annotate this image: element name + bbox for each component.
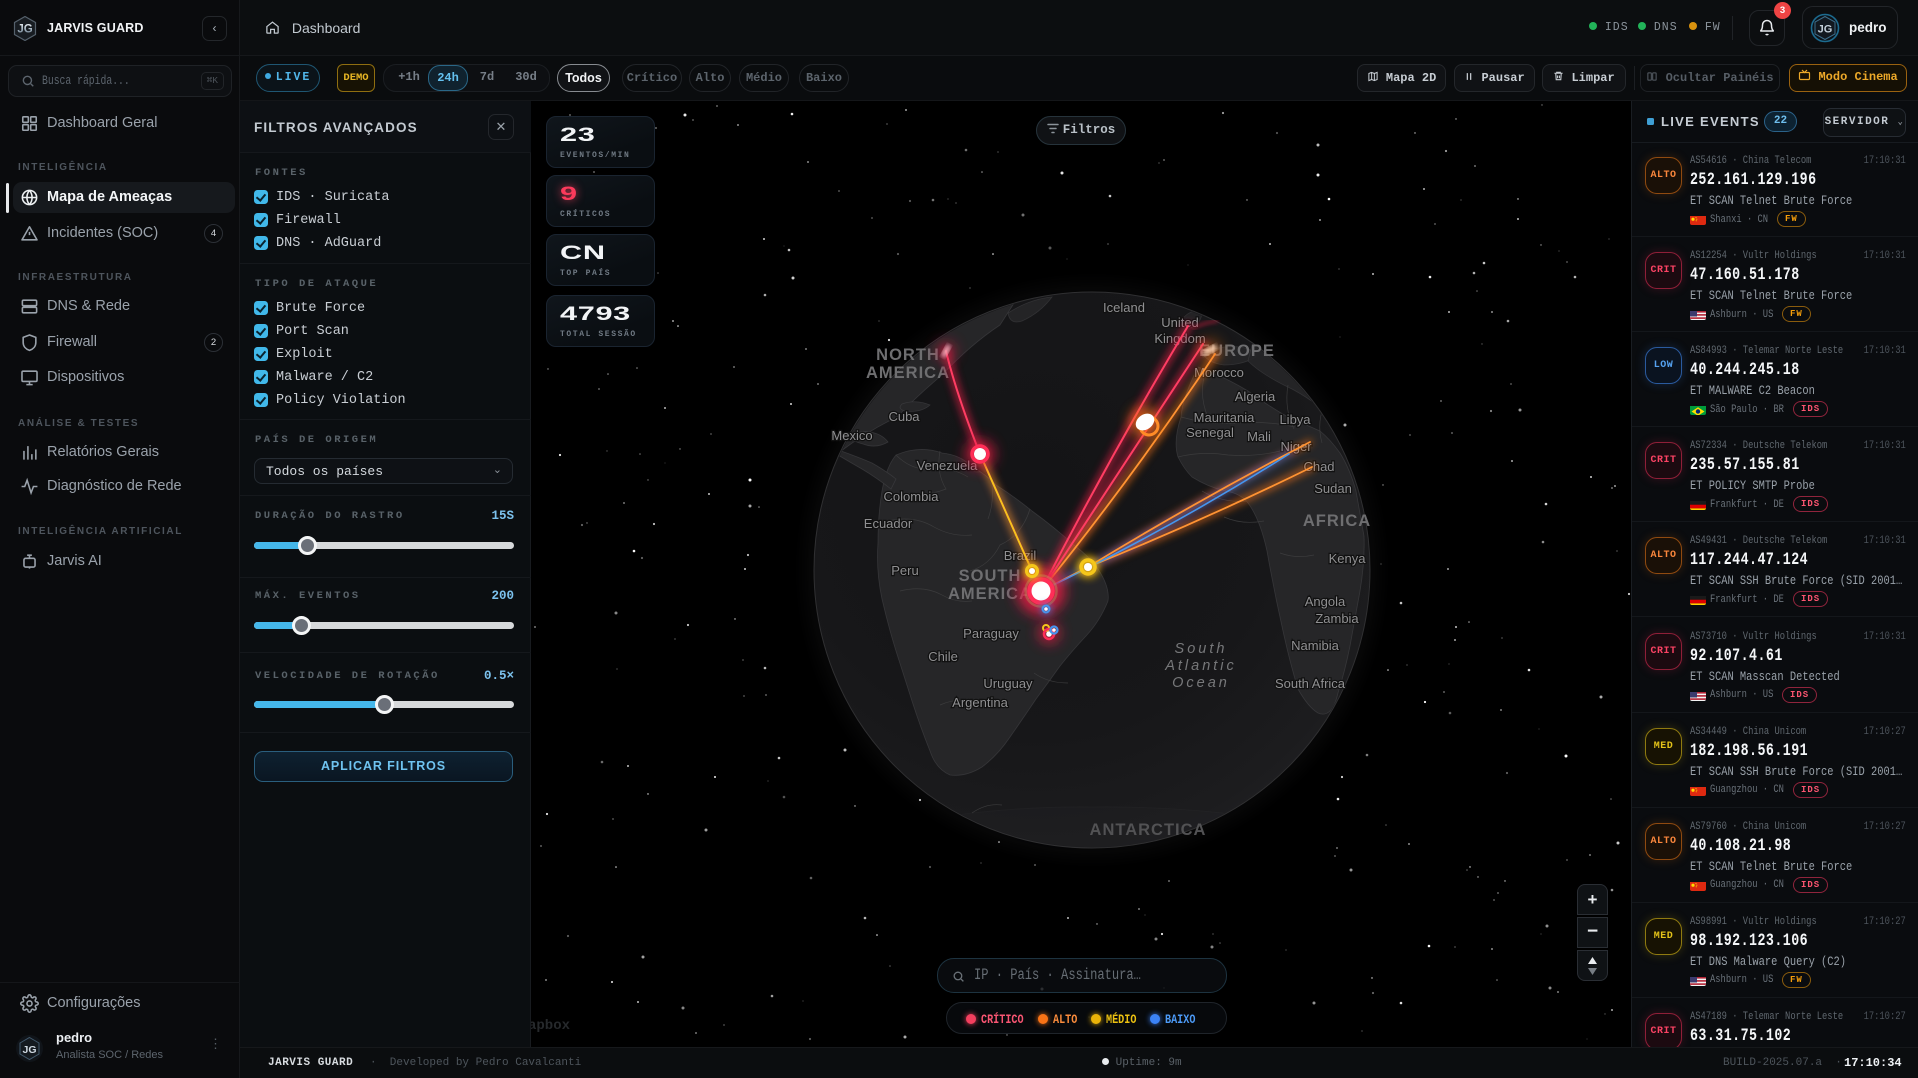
svg-text:Colombia: Colombia — [884, 489, 940, 504]
svg-text:SOUTH: SOUTH — [959, 567, 1022, 585]
svg-text:South: South — [1175, 641, 1228, 657]
svg-text:JG: JG — [1818, 24, 1833, 36]
svg-text:Chile: Chile — [928, 649, 958, 664]
svg-text:JG: JG — [22, 1044, 36, 1056]
svg-text:Namibia: Namibia — [1291, 638, 1339, 653]
svg-text:Kenya: Kenya — [1329, 551, 1367, 566]
svg-text:AMERICA: AMERICA — [866, 364, 950, 382]
svg-text:Atlantic: Atlantic — [1164, 658, 1237, 674]
svg-text:Senegal: Senegal — [1186, 425, 1234, 440]
svg-text:Ocean: Ocean — [1172, 675, 1230, 691]
svg-text:Cuba: Cuba — [888, 409, 920, 424]
svg-text:South Africa: South Africa — [1275, 676, 1346, 691]
svg-text:AFRICA: AFRICA — [1303, 512, 1371, 530]
svg-text:Iceland: Iceland — [1103, 300, 1145, 315]
svg-text:Argentina: Argentina — [952, 695, 1008, 710]
svg-text:Mali: Mali — [1247, 429, 1271, 444]
svg-text:ANTARCTICA: ANTARCTICA — [1090, 821, 1207, 839]
svg-text:JG: JG — [17, 24, 32, 36]
svg-text:Mexico: Mexico — [831, 428, 872, 443]
svg-text:Sudan: Sudan — [1314, 481, 1352, 496]
svg-text:Ecuador: Ecuador — [864, 516, 913, 531]
svg-text:Uruguay: Uruguay — [983, 676, 1033, 691]
svg-text:Libya: Libya — [1279, 412, 1311, 427]
svg-text:Paraguay: Paraguay — [963, 626, 1019, 641]
svg-text:Peru: Peru — [891, 563, 918, 578]
svg-text:NORTH: NORTH — [876, 346, 940, 364]
svg-text:Mauritania: Mauritania — [1194, 410, 1255, 425]
svg-text:Zambia: Zambia — [1315, 611, 1359, 626]
svg-text:Algeria: Algeria — [1235, 389, 1276, 404]
svg-text:Angola: Angola — [1305, 594, 1346, 609]
